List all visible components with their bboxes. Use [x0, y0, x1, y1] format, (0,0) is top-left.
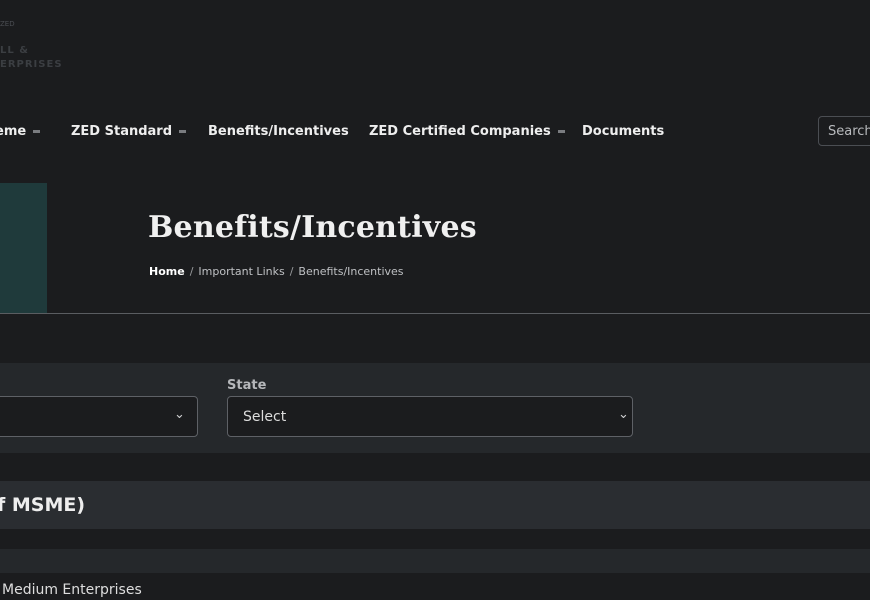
- nav-item-documents[interactable]: Documents: [582, 124, 664, 139]
- breadcrumb: Home / Important Links / Benefits/Incentives: [149, 265, 404, 278]
- dropdown-indicator-icon: [179, 130, 187, 133]
- logo-text-line2: ERPRISES: [0, 59, 63, 70]
- breadcrumb-separator: /: [189, 265, 194, 278]
- nav-item-label: Documents: [582, 124, 665, 139]
- breadcrumb-current: Benefits/Incentives: [298, 265, 404, 278]
- nav-item-label: ZED Standard: [71, 124, 173, 139]
- nav-item-zed-standard[interactable]: ZED Standard: [71, 124, 187, 139]
- dropdown-indicator-icon: [33, 130, 41, 133]
- page-title: Benefits/Incentives: [148, 210, 477, 245]
- search-placeholder: Search: [828, 124, 870, 139]
- nav-item-label: eme: [0, 124, 27, 139]
- hero-divider: [0, 313, 870, 314]
- breadcrumb-important-links-link[interactable]: Important Links: [198, 265, 284, 278]
- nav-item-certified-companies[interactable]: ZED Certified Companies: [369, 124, 565, 139]
- breadcrumb-home-link[interactable]: Home: [149, 265, 185, 278]
- dropdown-indicator-icon: [557, 130, 565, 133]
- category-select[interactable]: ⌄: [0, 396, 198, 437]
- nav-item-scheme[interactable]: eme: [0, 124, 41, 139]
- section-heading: f MSME): [0, 494, 86, 516]
- search-input[interactable]: Search: [818, 116, 870, 146]
- logo-text-line1: LL &: [0, 45, 29, 56]
- nav-item-benefits[interactable]: Benefits/Incentives: [208, 124, 349, 139]
- state-label: State: [227, 378, 267, 393]
- state-select[interactable]: Select ⌄: [227, 396, 633, 437]
- list-item: Medium Enterprises: [2, 582, 142, 598]
- table-header-bar: [0, 549, 870, 573]
- chevron-down-icon: ⌄: [174, 407, 185, 422]
- logo-tagline: ZED: [0, 20, 15, 28]
- main-navigation: eme ZED Standard Benefits/Incentives ZED…: [0, 117, 870, 147]
- nav-item-label: ZED Certified Companies: [369, 124, 551, 139]
- section-header[interactable]: f MSME): [0, 481, 870, 529]
- hero-image: [0, 183, 47, 313]
- nav-item-label: Benefits/Incentives: [208, 124, 349, 139]
- chevron-down-icon: ⌄: [618, 407, 629, 422]
- breadcrumb-separator: /: [289, 265, 294, 278]
- state-select-value: Select: [243, 409, 287, 425]
